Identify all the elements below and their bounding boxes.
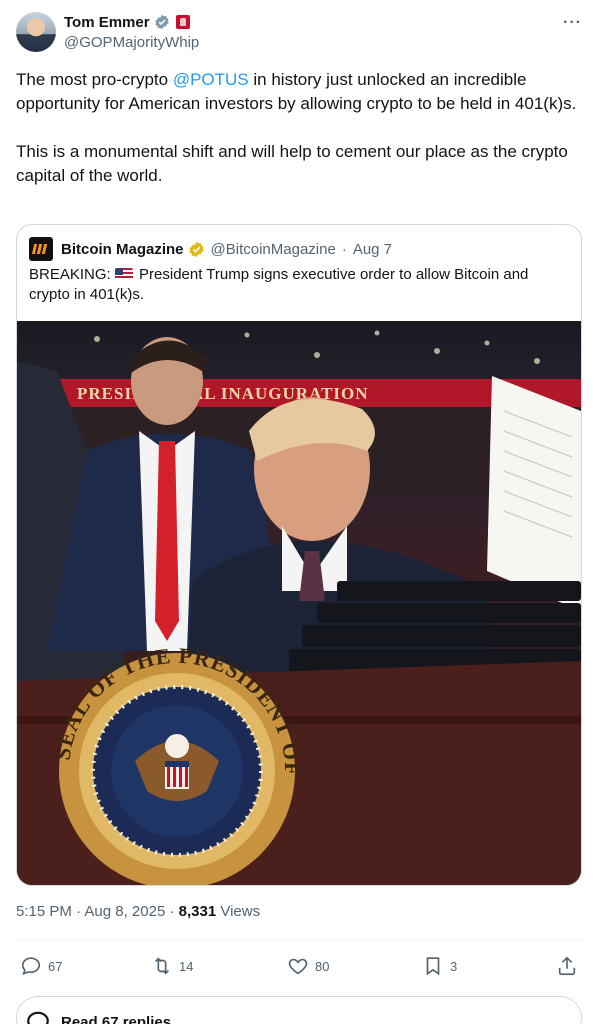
- read-replies-content: Read 67 replies: [25, 1009, 171, 1024]
- reply-icon: [27, 1011, 49, 1024]
- affiliation-badge-icon[interactable]: [175, 15, 190, 29]
- tweet-time[interactable]: 5:15 PM: [16, 903, 72, 920]
- repost-button[interactable]: 14: [151, 948, 193, 984]
- reply-button[interactable]: 67: [20, 948, 62, 984]
- read-replies-button[interactable]: Read 67 replies: [16, 996, 582, 1024]
- like-button[interactable]: 80: [287, 948, 329, 984]
- tweet-header: Tom Emmer @GOPMajorityWhip ···: [16, 12, 582, 54]
- bitcoin-magazine-logo[interactable]: [29, 237, 53, 261]
- verified-gold-badge-icon: [188, 241, 204, 257]
- quote-header: Bitcoin Magazine @BitcoinMagazine · Aug …: [29, 237, 392, 261]
- meta-separator: ·: [169, 903, 175, 920]
- tweet-paragraph-2: This is a monumental shift and will help…: [16, 142, 568, 185]
- photo-illustration: PRESIDENTIAL INAUGURATION SEAL OF THE PR…: [17, 321, 581, 885]
- verified-gray-badge-icon: [154, 14, 169, 30]
- heart-icon: [288, 958, 308, 975]
- author-handle[interactable]: @GOPMajorityWhip: [64, 34, 199, 51]
- quote-handle[interactable]: @BitcoinMagazine: [211, 241, 336, 258]
- mention-link[interactable]: @POTUS: [173, 70, 249, 89]
- tweet-text: The most pro-crypto @POTUS in history ju…: [16, 68, 582, 188]
- bookmark-count: 3: [450, 958, 458, 974]
- author-name-row: Tom Emmer: [64, 13, 190, 31]
- bookmark-button[interactable]: 3: [422, 948, 457, 984]
- views-count: 8,331: [178, 903, 217, 920]
- tweet-paragraph-1: The most pro-crypto @POTUS in history ju…: [16, 68, 582, 116]
- repost-count: 14: [179, 958, 194, 974]
- meta-separator: ·: [76, 903, 82, 920]
- read-replies-label: Read 67 replies: [61, 1013, 172, 1024]
- author-avatar[interactable]: [16, 12, 56, 52]
- more-options-icon[interactable]: ···: [563, 14, 582, 32]
- tweet-text-part: The most pro-crypto: [16, 70, 173, 89]
- share-icon: [558, 956, 576, 976]
- reply-icon: [21, 957, 41, 976]
- quote-text: BREAKING: President Trump signs executiv…: [29, 265, 569, 305]
- quote-photo[interactable]: PRESIDENTIAL INAUGURATION SEAL OF THE PR…: [17, 321, 581, 885]
- share-button[interactable]: [556, 948, 578, 984]
- tweet-meta: 5:15 PM · Aug 8, 2025 · 8,331 Views: [16, 903, 260, 920]
- quote-separator: ·: [341, 240, 347, 258]
- views-label: Views: [220, 903, 261, 920]
- divider: [16, 940, 582, 941]
- quoted-tweet[interactable]: Bitcoin Magazine @BitcoinMagazine · Aug …: [16, 224, 582, 886]
- quote-date[interactable]: Aug 7: [353, 241, 392, 258]
- bookmark-icon: [426, 957, 440, 976]
- quote-text-prefix: BREAKING:: [29, 266, 115, 283]
- reply-count: 67: [48, 958, 63, 974]
- us-flag-icon: [114, 268, 133, 280]
- action-bar: 67 14 80 3: [16, 948, 582, 984]
- author-display-name[interactable]: Tom Emmer: [64, 14, 150, 31]
- tweet-date[interactable]: Aug 8, 2025: [84, 903, 165, 920]
- like-count: 80: [315, 958, 330, 974]
- quote-display-name[interactable]: Bitcoin Magazine: [61, 241, 184, 258]
- repost-icon: [154, 957, 170, 975]
